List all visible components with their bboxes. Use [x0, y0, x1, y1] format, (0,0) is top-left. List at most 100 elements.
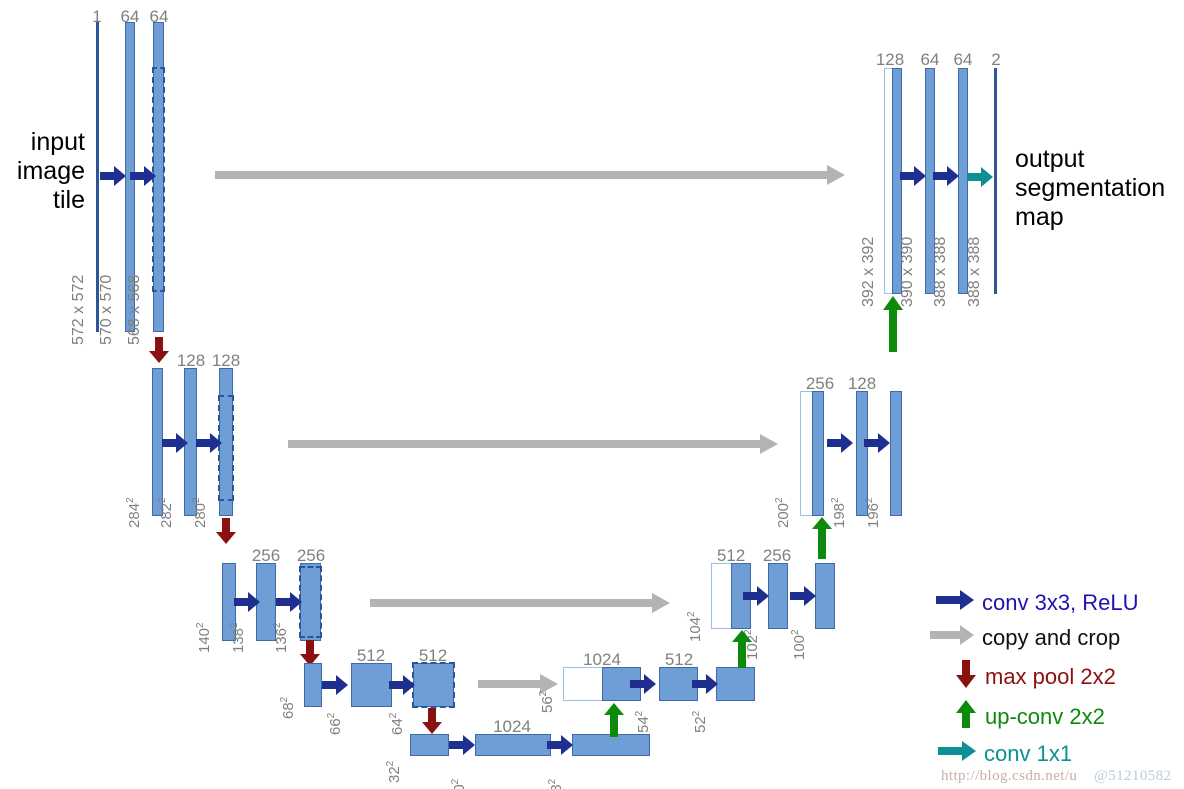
maxpool-arrow-level1 [148, 337, 170, 368]
upconv-arrow-level2-to-1 [881, 296, 905, 357]
channel-label-512-decoder: 512 [664, 650, 694, 669]
size-label-568: 568 x 568 [126, 274, 143, 345]
legend-item-copycrop: copy and crop [930, 624, 1120, 651]
size-label-32: 322 [385, 760, 403, 783]
unet-diagram: 1 64 64 572 x 572 570 x 570 568 x 568 in… [0, 0, 1184, 789]
size-label-30: 302 [450, 778, 468, 789]
size-label-284: 2842 [125, 497, 143, 528]
block-68 [304, 663, 322, 707]
channel-label-128-out: 128 [875, 50, 905, 69]
crop-box-136 [299, 566, 322, 638]
block-30 [475, 734, 551, 756]
size-label-136: 1362 [272, 622, 290, 653]
output-label-line3: map [1015, 203, 1064, 231]
channel-label-512-d3: 512 [716, 546, 746, 565]
conv-arrow-d4a-d4b [630, 673, 656, 700]
conv-arrow-d1b-d1c [933, 165, 959, 192]
legend-label-conv1x1: conv 1x1 [984, 740, 1073, 766]
legend-label-maxpool: max pool 2x2 [985, 663, 1116, 689]
size-label-198: 1982 [830, 497, 848, 528]
channel-label-256a: 256 [251, 546, 281, 565]
size-label-280: 2802 [191, 497, 209, 528]
channel-label-64-out-b: 64 [953, 50, 973, 69]
conv-arrow-b2-b3 [547, 734, 573, 761]
size-label-388a: 388 x 388 [932, 236, 949, 307]
block-56-skip [563, 667, 603, 701]
size-label-196: 1962 [864, 497, 882, 528]
copy-crop-arrow-level1 [215, 163, 845, 192]
channel-label-256-d3: 256 [762, 546, 792, 565]
block-100 [815, 563, 835, 629]
legend-item-conv3x3: conv 3x3, ReLU [936, 589, 1139, 616]
conv-arrow-e4a-e4b [322, 674, 348, 701]
upconv-arrow-level3-to-2 [810, 517, 834, 564]
channel-label-1024-decoder: 1024 [583, 650, 621, 669]
size-label-392: 392 x 392 [860, 236, 877, 307]
input-label-line2: image [16, 157, 85, 185]
legend-item-conv1x1: conv 1x1 [938, 740, 1072, 767]
right-arrow-icon [938, 740, 976, 767]
channel-label-512a: 512 [356, 646, 386, 665]
block-104-skip [711, 563, 732, 629]
upconv-arrow-level5-to-4 [602, 703, 626, 742]
legend-item-maxpool: max pool 2x2 [955, 660, 1116, 693]
legend-label-conv3x3: conv 3x3, ReLU [982, 589, 1139, 615]
channel-label-64-out-a: 64 [920, 50, 940, 69]
input-label-line1: input [30, 128, 85, 156]
block-32 [410, 734, 449, 756]
conv1x1-arrow-output [967, 166, 993, 193]
channel-label-128a: 128 [176, 351, 206, 370]
conv-arrow-e1b-e1c [130, 165, 156, 192]
block-102 [768, 563, 788, 629]
conv-arrow-e2a-e2b [162, 432, 188, 459]
conv-arrow-d2b-d2c [864, 432, 890, 459]
output-label-line1: output [1015, 145, 1085, 173]
size-label-56: 562 [538, 690, 556, 713]
block-388-output [994, 68, 997, 294]
conv-arrow-b1-b2 [449, 734, 475, 761]
channel-label-2-out: 2 [991, 50, 1001, 69]
channel-label-128-d2: 128 [847, 374, 877, 393]
size-label-54: 542 [634, 710, 652, 733]
size-label-28: 282 [547, 778, 565, 789]
size-label-52: 522 [691, 710, 709, 733]
block-200-up [812, 391, 824, 516]
size-label-570: 570 x 570 [98, 274, 115, 345]
output-label-line2: segmentation [1015, 174, 1166, 202]
conv-arrow-d4b-d4c [692, 673, 718, 700]
conv-arrow-d2a-d2b [827, 432, 853, 459]
size-label-140: 1402 [195, 622, 213, 653]
conv-arrow-e3a-e3b [234, 591, 260, 618]
size-label-388b: 388 x 388 [966, 236, 983, 307]
right-arrow-icon [936, 589, 974, 616]
channel-label-1024-bottom: 1024 [493, 717, 531, 736]
conv-arrow-e4b-e4c [389, 674, 415, 701]
block-66 [351, 663, 392, 707]
watermark-url: http://blog.csdn.net/u [941, 768, 1078, 784]
conv-arrow-e3b-e3c [276, 591, 302, 618]
watermark-overlay: @51210582 [1094, 768, 1172, 784]
copy-crop-arrow-level2 [288, 432, 778, 461]
conv-arrow-e2b-e2c [196, 432, 222, 459]
block-196 [890, 391, 902, 516]
crop-box-64 [412, 662, 455, 708]
conv-arrow-d3b-d3c [790, 585, 816, 612]
conv-arrow-d1a-d1b [900, 165, 926, 192]
output-segmentation-map-label: output segmentation map [1015, 145, 1165, 232]
size-label-572: 572 x 572 [70, 274, 87, 345]
size-label-100: 1002 [790, 629, 808, 660]
size-label-68: 682 [279, 696, 297, 719]
input-label-line3: tile [53, 186, 85, 214]
channel-label-256-d2: 256 [805, 374, 835, 393]
size-label-282: 2822 [157, 497, 175, 528]
channel-label-128b: 128 [211, 351, 241, 370]
size-label-104: 1042 [686, 611, 704, 642]
up-arrow-icon [955, 700, 977, 733]
down-arrow-icon [955, 660, 977, 693]
input-image-tile-label: input image tile [0, 128, 85, 215]
size-label-66: 662 [326, 712, 344, 735]
conv-arrow-d3a-d3b [743, 585, 769, 612]
size-label-138: 1382 [229, 622, 247, 653]
channel-label-256b: 256 [296, 546, 326, 565]
copy-crop-arrow-level3 [370, 591, 670, 620]
